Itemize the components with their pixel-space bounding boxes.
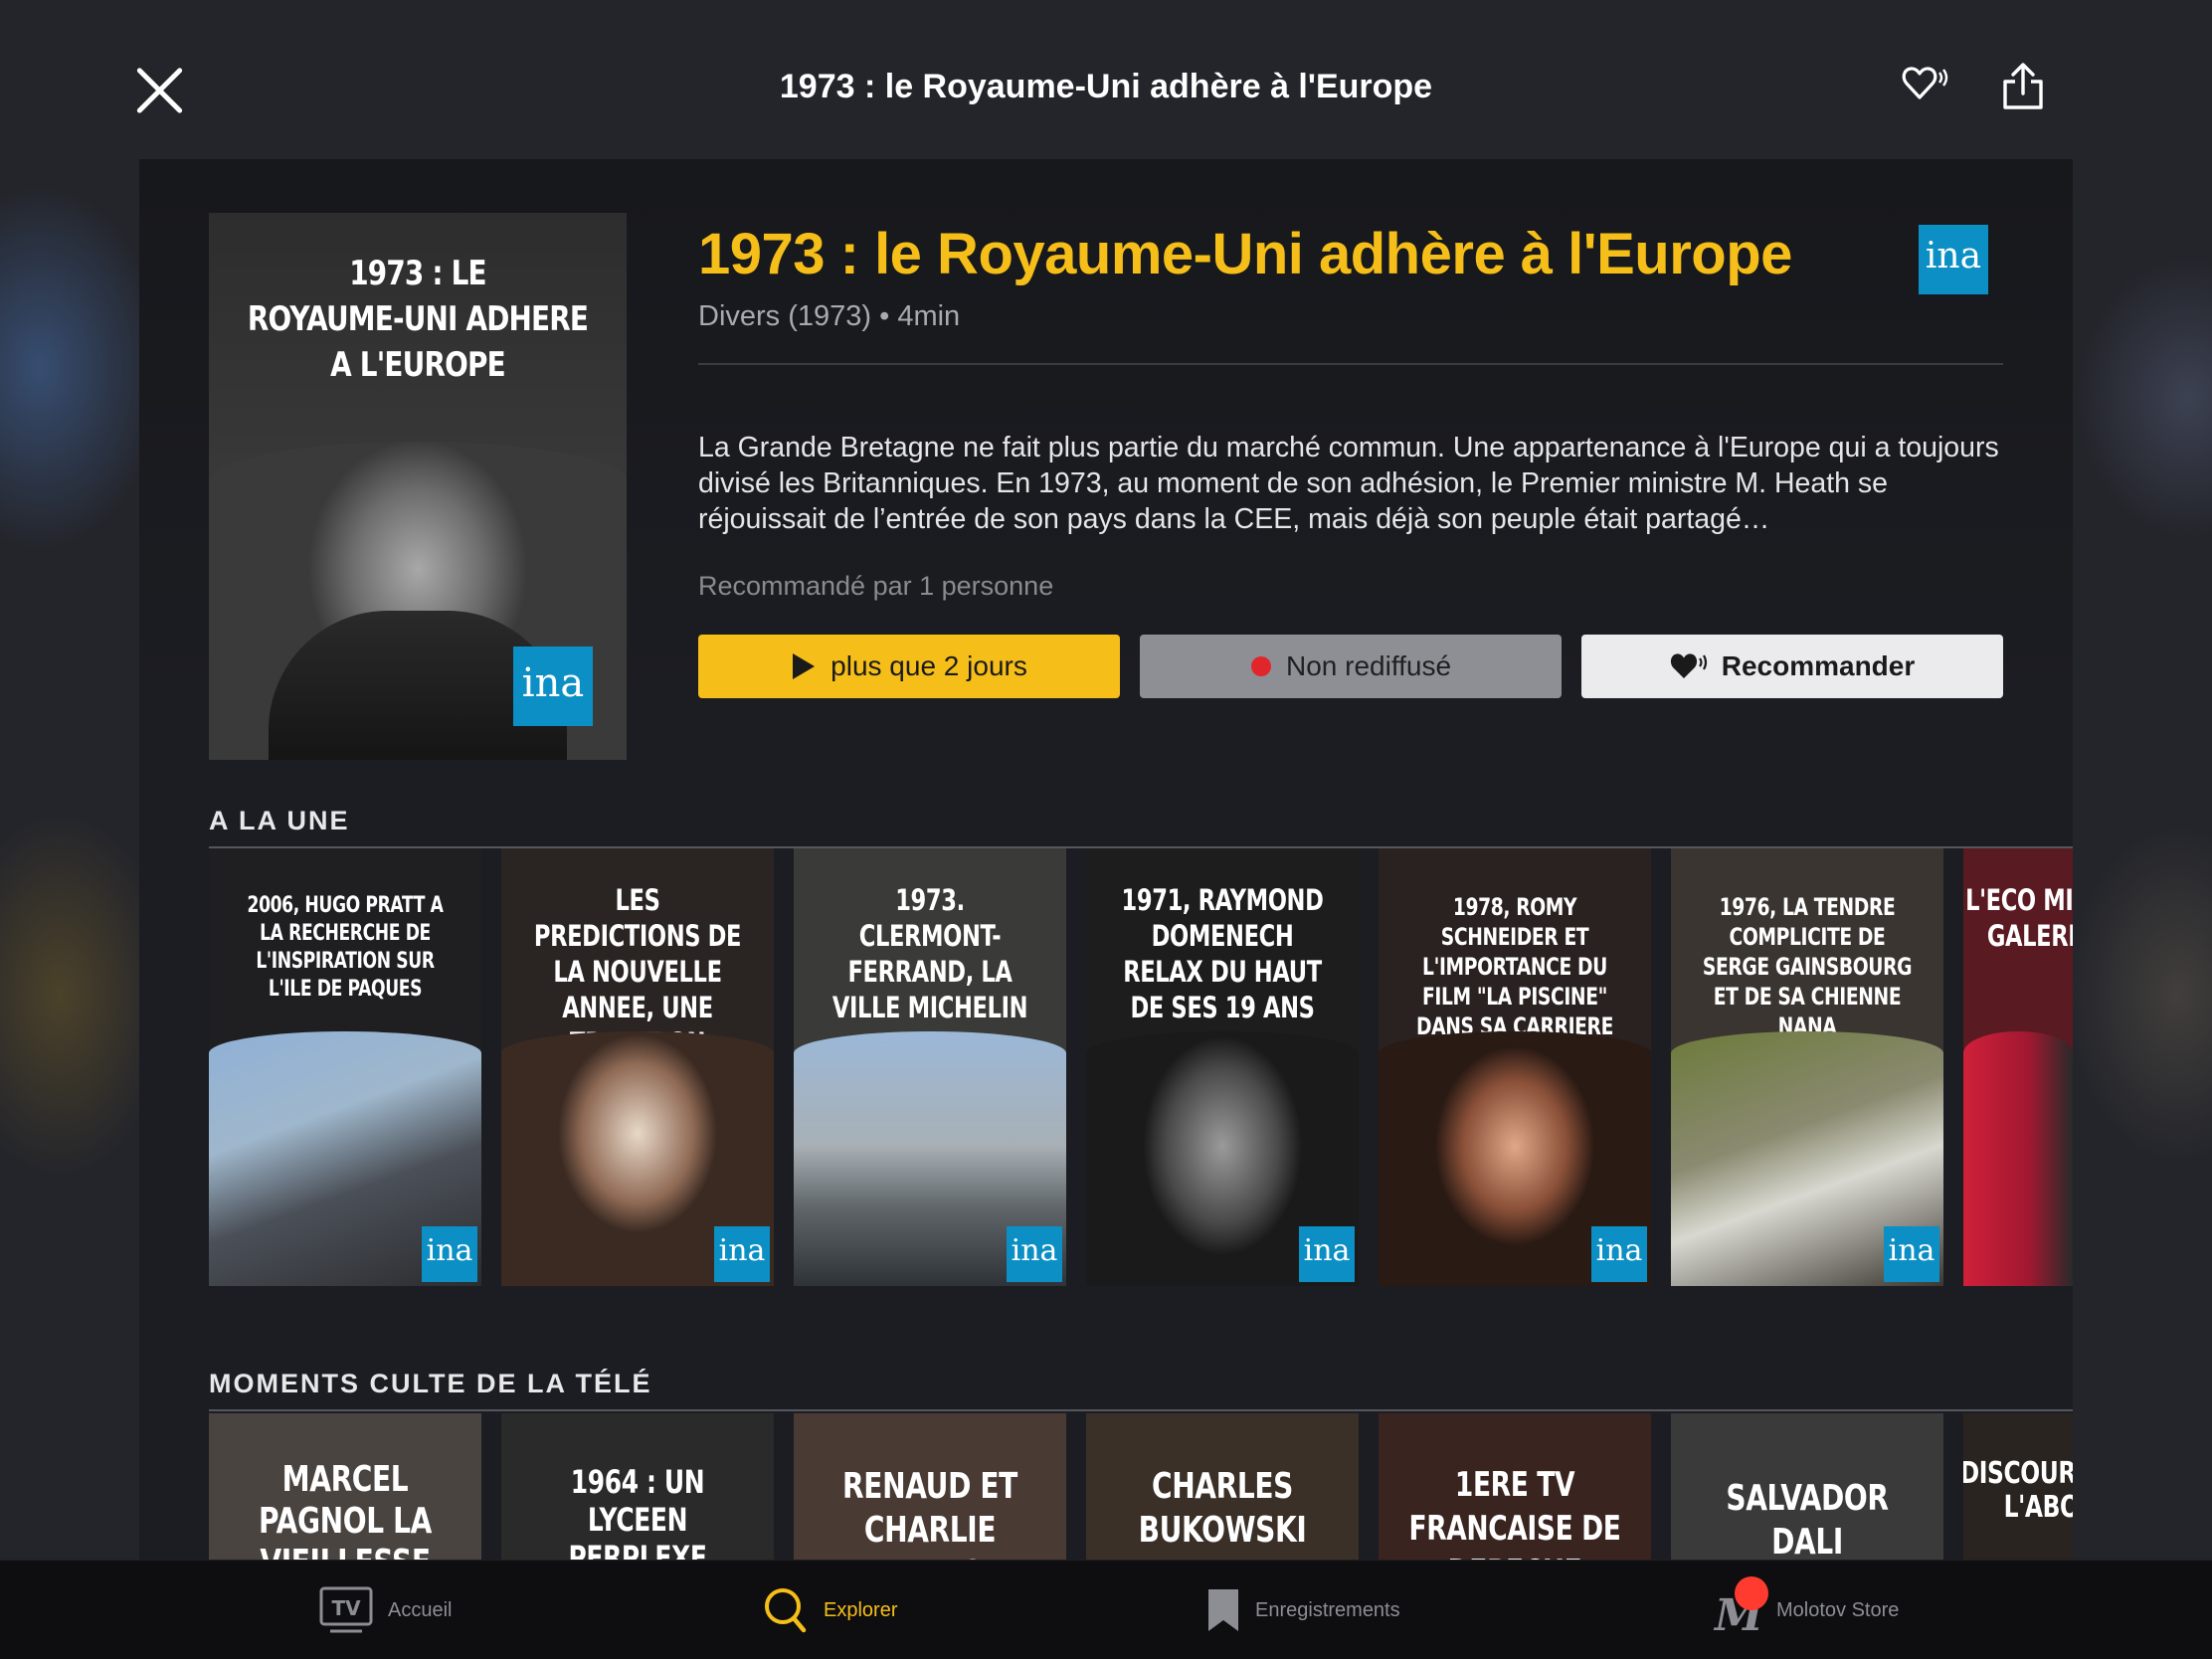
play-button[interactable]: plus que 2 jours bbox=[698, 635, 1120, 698]
tab-bar: TV Accueil Explorer Enregistrements M Mo… bbox=[0, 1560, 2212, 1659]
program-title: 1973 : le Royaume-Uni adhère à l'Europe bbox=[698, 222, 1792, 286]
divider bbox=[698, 363, 2003, 365]
card[interactable]: SALVADOR DALI bbox=[1671, 1413, 1943, 1560]
recommended-count: Recommandé par 1 personne bbox=[698, 571, 1054, 601]
share-icon[interactable] bbox=[2001, 62, 2045, 116]
card[interactable]: 2006, HUGO PRATT A LA RECHERCHE DE L'INS… bbox=[209, 848, 481, 1286]
page-title: 1973 : le Royaume-Uni adhère à l'Europe bbox=[779, 68, 1433, 105]
search-icon bbox=[765, 1588, 807, 1633]
card[interactable]: 1964 : UN LYCEEN PERPLEXE FACE AU LIVRE … bbox=[501, 1413, 774, 1560]
card[interactable]: 1ERE TV FRANCAISE DE DEPECHE MODE bbox=[1379, 1413, 1651, 1560]
ina-logo: ina bbox=[1884, 1226, 1939, 1282]
recommend-button-label: Recommander bbox=[1721, 650, 1916, 681]
record-button-label: Non rediffusé bbox=[1285, 650, 1452, 681]
card[interactable]: DISCOUR BADI L'ABOLI bbox=[1963, 1413, 2073, 1560]
record-dot-icon bbox=[1250, 656, 1271, 676]
tab-label: Enregistrements bbox=[1255, 1598, 1400, 1621]
record-button[interactable]: Non rediffusé bbox=[1140, 635, 1562, 698]
card-thumbnail bbox=[1963, 1031, 2073, 1286]
ina-logo: ina bbox=[1007, 1226, 1062, 1282]
heart-icon bbox=[1670, 653, 1707, 678]
card[interactable]: CHARLES BUKOWSKI bbox=[1086, 1413, 1359, 1560]
notification-badge bbox=[1735, 1576, 1768, 1610]
card[interactable]: MARCEL PAGNOL LA VIEILLESSE ET LES SOUVE… bbox=[209, 1413, 481, 1560]
ina-logo: ina bbox=[1299, 1226, 1355, 1282]
svg-text:TV: TV bbox=[331, 1596, 361, 1620]
program-poster: 1973 : LE ROYAUME-UNI ADHERE A L'EUROPE … bbox=[209, 213, 627, 760]
play-button-label: plus que 2 jours bbox=[830, 650, 1027, 681]
recommend-button[interactable]: Recommander bbox=[1581, 635, 2003, 698]
tab-label: Accueil bbox=[388, 1598, 453, 1621]
section-title-moments-culte: MOMENTS CULTE DE LA TÉLÉ bbox=[209, 1369, 652, 1398]
card[interactable]: 1976, LA TENDRE COMPLICITE DE SERGE GAIN… bbox=[1671, 848, 1943, 1286]
card[interactable]: RENAUD ET CHARLIE HEBDO bbox=[794, 1413, 1066, 1560]
tv-icon: TV bbox=[319, 1586, 373, 1633]
play-icon bbox=[793, 653, 816, 679]
card[interactable]: 1971, RAYMOND DOMENECH RELAX DU HAUT DE … bbox=[1086, 848, 1359, 1286]
ina-logo: ina bbox=[513, 646, 593, 726]
tab-explorer[interactable]: Explorer bbox=[762, 1561, 897, 1659]
card[interactable]: 1973. CLERMONT-FERRAND, LA VILLE MICHELI… bbox=[794, 848, 1066, 1286]
tab-accueil[interactable]: TV Accueil bbox=[318, 1561, 452, 1659]
carousel-moments-culte[interactable]: MARCEL PAGNOL LA VIEILLESSE ET LES SOUVE… bbox=[209, 1413, 2073, 1560]
top-bar: 1973 : le Royaume-Uni adhère à l'Europe bbox=[0, 0, 2212, 159]
molotov-logo-icon: M bbox=[1711, 1576, 1768, 1641]
card[interactable]: LES PREDICTIONS DE LA NOUVELLE ANNEE, UN… bbox=[501, 848, 774, 1286]
tab-molotov-store[interactable]: M Molotov Store bbox=[1711, 1561, 1899, 1659]
card[interactable]: 1978, ROMY SCHNEIDER ET L'IMPORTANCE DU … bbox=[1379, 848, 1651, 1286]
section-title-a-la-une: A LA UNE bbox=[209, 806, 350, 835]
poster-title: 1973 : LE ROYAUME-UNI ADHERE A L'EUROPE bbox=[247, 254, 589, 385]
tab-enregistrements[interactable]: Enregistrements bbox=[1205, 1561, 1400, 1659]
tab-label: Molotov Store bbox=[1776, 1598, 1900, 1621]
section-divider bbox=[209, 1409, 2073, 1411]
carousel-a-la-une[interactable]: 2006, HUGO PRATT A LA RECHERCHE DE L'INS… bbox=[209, 848, 2073, 1286]
program-meta: Divers (1973) • 4min bbox=[698, 300, 961, 332]
ina-logo: ina bbox=[422, 1226, 477, 1282]
ina-logo: ina bbox=[714, 1226, 770, 1282]
tab-label: Explorer bbox=[824, 1598, 898, 1621]
card[interactable]: L'ECO MINIST GALERE D bbox=[1963, 848, 2073, 1286]
ina-logo: ina bbox=[1591, 1226, 1647, 1282]
recommend-heart-icon[interactable] bbox=[1902, 64, 1949, 108]
program-description: La Grande Bretagne ne fait plus partie d… bbox=[698, 432, 1999, 535]
ina-logo: ina bbox=[1919, 225, 1988, 294]
bookmark-icon bbox=[1208, 1589, 1238, 1631]
